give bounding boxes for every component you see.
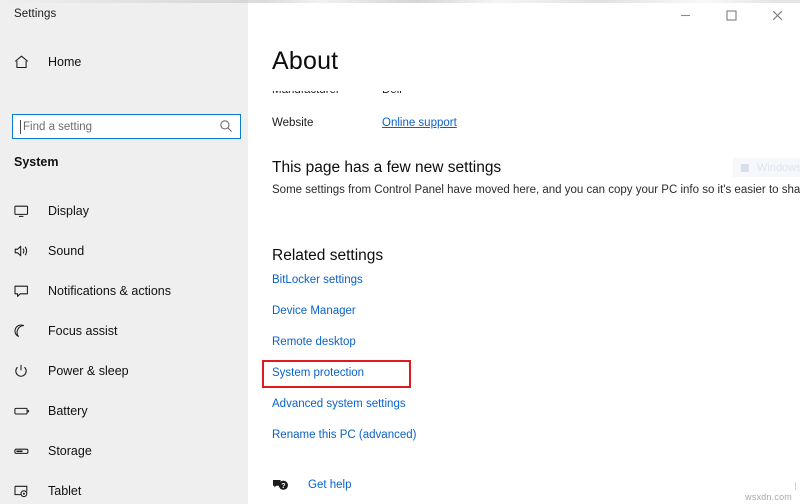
sidebar-item-storage[interactable]: Storage xyxy=(0,431,248,471)
notification-bubble-icon xyxy=(14,284,40,298)
link-rename-this-pc-advanced[interactable]: Rename this PC (advanced) xyxy=(272,428,672,459)
link-device-manager[interactable]: Device Manager xyxy=(272,304,672,335)
link-bitlocker-settings[interactable]: BitLocker settings xyxy=(272,273,672,304)
sidebar-item-tablet-label: Tablet xyxy=(48,484,82,498)
sidebar-item-tablet[interactable]: Tablet xyxy=(0,471,248,504)
site-watermark: wsxdn.com xyxy=(745,492,792,502)
sidebar-item-sound[interactable]: Sound xyxy=(0,231,248,271)
sidebar-item-home-label: Home xyxy=(48,55,82,69)
sidebar-nav-list: Display Sound Notifications & actions Fo… xyxy=(0,191,248,504)
sidebar-item-sound-label: Sound xyxy=(48,244,85,258)
tablet-icon xyxy=(14,484,40,498)
link-advanced-system-settings[interactable]: Advanced system settings xyxy=(272,397,672,428)
moon-icon xyxy=(14,324,40,338)
sidebar-item-notifications-and-actions-label: Notifications & actions xyxy=(48,284,171,298)
sidebar-item-home[interactable]: Home xyxy=(0,45,248,79)
clipped-spec-row: Manufacturer Dell xyxy=(272,91,572,103)
battery-icon xyxy=(14,404,40,418)
sidebar-item-storage-label: Storage xyxy=(48,444,92,458)
sidebar-item-focus-assist[interactable]: Focus assist xyxy=(0,311,248,351)
svg-text:?: ? xyxy=(281,483,285,490)
help-links: ? Get help Give feedback xyxy=(272,471,382,504)
sidebar-item-display[interactable]: Display xyxy=(0,191,248,231)
windows-logo-icon xyxy=(741,163,749,172)
related-settings-links: BitLocker settings Device Manager Remote… xyxy=(272,273,672,459)
sidebar-item-power-and-sleep[interactable]: Power & sleep xyxy=(0,351,248,391)
get-help-label: Get help xyxy=(308,479,352,491)
clipped-spec-value: Dell xyxy=(382,91,402,96)
sidebar-scrollbar[interactable] xyxy=(243,191,254,504)
help-question-bubble-icon: ? xyxy=(272,478,294,493)
maximize-button[interactable] xyxy=(709,0,754,31)
new-settings-description: Some settings from Control Panel have mo… xyxy=(272,184,800,196)
give-feedback-row[interactable]: Give feedback xyxy=(272,499,382,504)
sidebar-section-title: System xyxy=(14,155,59,169)
home-icon xyxy=(14,55,40,69)
clipped-spec-key: Manufacturer xyxy=(272,91,340,96)
speaker-icon xyxy=(14,244,40,258)
storage-drive-icon xyxy=(14,444,40,458)
website-spec-row: Website Online support xyxy=(272,117,672,133)
close-button[interactable] xyxy=(755,0,800,31)
sidebar: Home System Display xyxy=(0,31,248,504)
sidebar-item-battery-label: Battery xyxy=(48,404,88,418)
online-support-link[interactable]: Online support xyxy=(382,117,457,129)
search-icon[interactable] xyxy=(219,119,233,138)
sidebar-item-battery[interactable]: Battery xyxy=(0,391,248,431)
minimize-icon xyxy=(681,14,690,17)
settings-window: Settings Home Find a setting System Disp… xyxy=(0,0,800,504)
new-settings-heading: This page has a few new settings xyxy=(272,159,502,176)
window-title: Settings xyxy=(14,8,57,20)
sidebar-item-notifications-and-actions[interactable]: Notifications & actions xyxy=(0,271,248,311)
main-content: About Manufacturer Dell Website Online s… xyxy=(248,31,800,504)
power-icon xyxy=(14,364,40,378)
link-remote-desktop[interactable]: Remote desktop xyxy=(272,335,672,366)
page-title: About xyxy=(272,47,339,75)
related-settings-heading: Related settings xyxy=(272,247,384,264)
get-help-row[interactable]: ? Get help xyxy=(272,471,382,499)
minimize-button[interactable] xyxy=(663,0,708,31)
right-edge-artifact xyxy=(795,482,796,490)
windows-watermark-label: Windows xyxy=(757,161,800,174)
maximize-icon xyxy=(726,10,737,21)
search-text-caret xyxy=(20,120,21,134)
website-spec-key: Website xyxy=(272,117,314,129)
monitor-icon xyxy=(14,204,40,218)
search-input[interactable] xyxy=(13,116,213,137)
sidebar-item-display-label: Display xyxy=(48,204,89,218)
close-icon xyxy=(772,10,783,21)
search-box[interactable] xyxy=(12,114,241,139)
sidebar-item-power-and-sleep-label: Power & sleep xyxy=(48,364,129,378)
title-bar: Settings xyxy=(0,0,800,31)
sidebar-item-focus-assist-label: Focus assist xyxy=(48,324,118,338)
link-system-protection[interactable]: System protection xyxy=(272,366,672,397)
windows-activation-watermark: Windows xyxy=(733,158,800,177)
screenshot-top-edge-artifact xyxy=(0,0,800,3)
